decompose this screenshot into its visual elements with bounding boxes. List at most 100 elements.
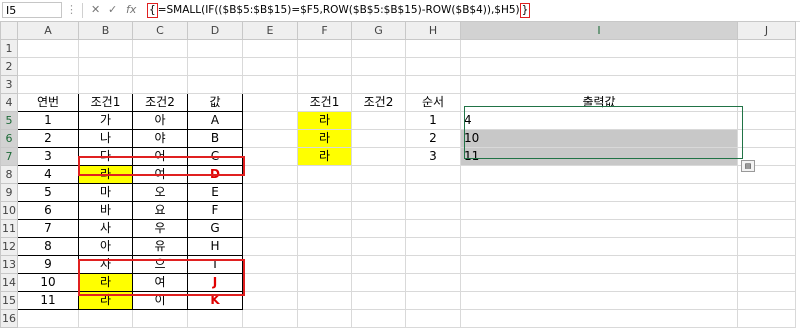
- cell-e1[interactable]: [242, 39, 298, 58]
- cell-h1[interactable]: [405, 39, 461, 58]
- table-cell[interactable]: I: [187, 255, 243, 274]
- cell-f3[interactable]: [297, 75, 352, 94]
- cell-g9[interactable]: [351, 183, 406, 202]
- table-cell[interactable]: 라: [78, 273, 133, 292]
- cell-g8[interactable]: [351, 165, 406, 184]
- header-cell[interactable]: 조건2: [132, 93, 188, 112]
- cell-f13[interactable]: [297, 255, 352, 274]
- table-cell[interactable]: 이: [132, 291, 188, 310]
- cell-g10[interactable]: [351, 201, 406, 220]
- cell-i16[interactable]: [460, 309, 738, 328]
- cell-f1[interactable]: [297, 39, 352, 58]
- cell-e6[interactable]: [242, 129, 298, 148]
- row-header-5[interactable]: 5: [0, 111, 18, 130]
- table-cell[interactable]: 여: [132, 165, 188, 184]
- cell-e10[interactable]: [242, 201, 298, 220]
- col-header-a[interactable]: A: [17, 21, 79, 40]
- table-cell[interactable]: 다: [78, 147, 133, 166]
- cell-e12[interactable]: [242, 237, 298, 256]
- cell-i3[interactable]: [460, 75, 738, 94]
- table-cell[interactable]: 가: [78, 111, 133, 130]
- cell-h2[interactable]: [405, 57, 461, 76]
- cell-g7[interactable]: [351, 147, 406, 166]
- table-cell[interactable]: 1: [17, 111, 79, 130]
- cell-f15[interactable]: [297, 291, 352, 310]
- insert-function-icon[interactable]: fx: [126, 3, 136, 16]
- cell-e4[interactable]: [242, 93, 298, 112]
- cell-j13[interactable]: [737, 255, 796, 274]
- header-cell[interactable]: 조건2: [351, 93, 406, 112]
- table-cell[interactable]: 으: [132, 255, 188, 274]
- table-cell[interactable]: 3: [17, 147, 79, 166]
- cell-h10[interactable]: [405, 201, 461, 220]
- table-cell[interactable]: 4: [17, 165, 79, 184]
- table-cell[interactable]: D: [187, 165, 243, 184]
- table-cell[interactable]: 우: [132, 219, 188, 238]
- cell-i10[interactable]: [460, 201, 738, 220]
- row-header-15[interactable]: 15: [0, 291, 18, 310]
- table-cell[interactable]: 오: [132, 183, 188, 202]
- table-cell[interactable]: 9: [17, 255, 79, 274]
- cell-f12[interactable]: [297, 237, 352, 256]
- col-header-f[interactable]: F: [297, 21, 352, 40]
- cell-i15[interactable]: [460, 291, 738, 310]
- table-cell[interactable]: 5: [17, 183, 79, 202]
- cell-i2[interactable]: [460, 57, 738, 76]
- table-cell[interactable]: 7: [17, 219, 79, 238]
- table-cell[interactable]: G: [187, 219, 243, 238]
- condition-cell[interactable]: 라: [297, 111, 352, 130]
- table-cell[interactable]: 유: [132, 237, 188, 256]
- cell-j6[interactable]: [737, 129, 796, 148]
- cell-a1[interactable]: [17, 39, 79, 58]
- table-cell[interactable]: K: [187, 291, 243, 310]
- cell-f2[interactable]: [297, 57, 352, 76]
- row-header-7[interactable]: 7: [0, 147, 18, 166]
- cell-g14[interactable]: [351, 273, 406, 292]
- more-options-icon[interactable]: ⋮: [66, 3, 77, 16]
- cell-h12[interactable]: [405, 237, 461, 256]
- header-cell[interactable]: 출력값: [460, 93, 738, 112]
- cell-h9[interactable]: [405, 183, 461, 202]
- cell-g12[interactable]: [351, 237, 406, 256]
- col-header-i[interactable]: I: [460, 21, 738, 40]
- table-cell[interactable]: J: [187, 273, 243, 292]
- output-cell[interactable]: 10: [460, 129, 738, 148]
- cell-b1[interactable]: [78, 39, 133, 58]
- cell-e5[interactable]: [242, 111, 298, 130]
- row-header-6[interactable]: 6: [0, 129, 18, 148]
- cell-c3[interactable]: [132, 75, 188, 94]
- cell-j4[interactable]: [737, 93, 796, 112]
- table-cell[interactable]: B: [187, 129, 243, 148]
- row-header-16[interactable]: 16: [0, 309, 18, 328]
- enter-icon[interactable]: ✓: [108, 3, 117, 16]
- cell-f9[interactable]: [297, 183, 352, 202]
- cell-g11[interactable]: [351, 219, 406, 238]
- table-cell[interactable]: 6: [17, 201, 79, 220]
- cell-f8[interactable]: [297, 165, 352, 184]
- row-header-13[interactable]: 13: [0, 255, 18, 274]
- table-cell[interactable]: 야: [132, 129, 188, 148]
- cell-i11[interactable]: [460, 219, 738, 238]
- row-header-11[interactable]: 11: [0, 219, 18, 238]
- order-cell[interactable]: 1: [405, 111, 461, 130]
- table-cell[interactable]: A: [187, 111, 243, 130]
- cell-i9[interactable]: [460, 183, 738, 202]
- cell-j10[interactable]: [737, 201, 796, 220]
- cell-i12[interactable]: [460, 237, 738, 256]
- cell-e9[interactable]: [242, 183, 298, 202]
- table-cell[interactable]: 바: [78, 201, 133, 220]
- table-cell[interactable]: 10: [17, 273, 79, 292]
- table-cell[interactable]: 아: [78, 237, 133, 256]
- cell-e7[interactable]: [242, 147, 298, 166]
- cell-h14[interactable]: [405, 273, 461, 292]
- cell-g3[interactable]: [351, 75, 406, 94]
- cell-e3[interactable]: [242, 75, 298, 94]
- col-header-b[interactable]: B: [78, 21, 133, 40]
- cell-d2[interactable]: [187, 57, 243, 76]
- cell-h8[interactable]: [405, 165, 461, 184]
- cell-h16[interactable]: [405, 309, 461, 328]
- cell-g2[interactable]: [351, 57, 406, 76]
- cell-f11[interactable]: [297, 219, 352, 238]
- cell-a16[interactable]: [17, 309, 79, 328]
- cell-e15[interactable]: [242, 291, 298, 310]
